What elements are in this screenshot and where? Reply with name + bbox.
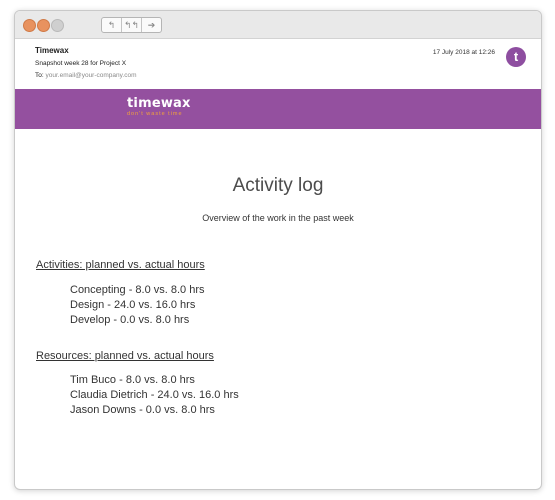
message-nav-group: ↰ ↰↰ ➔	[101, 17, 162, 33]
report-subtitle: Overview of the work in the past week	[202, 213, 354, 223]
forward-icon[interactable]: ➔	[142, 18, 161, 32]
report-title: Activity log	[232, 175, 324, 196]
window-titlebar: ↰ ↰↰ ➔	[15, 11, 541, 39]
close-window-button[interactable]	[23, 19, 36, 32]
recipient-address[interactable]: your.email@your-company.com	[45, 72, 136, 79]
resource-item: Tim Buco - 8.0 vs. 8.0 hrs	[70, 374, 195, 386]
sender-avatar: t	[506, 47, 526, 67]
resource-item: Jason Downs - 0.0 vs. 8.0 hrs	[70, 404, 215, 416]
email-body: Activity log Overview of the work in the…	[15, 129, 541, 489]
logo-tagline: don't waste time	[127, 111, 183, 117]
zoom-window-button[interactable]	[51, 19, 64, 32]
reply-all-icon[interactable]: ↰↰	[122, 18, 142, 32]
mail-window: ↰ ↰↰ ➔ Timewax Snapshot week 28 for Proj…	[14, 10, 542, 490]
email-subject: Snapshot week 28 for Project X	[35, 60, 127, 67]
brand-banner: timewax don't waste time	[15, 89, 541, 129]
activity-item: Design - 24.0 vs. 16.0 hrs	[70, 299, 196, 311]
activities-list: Concepting - 8.0 vs. 8.0 hrs Design - 24…	[70, 283, 205, 328]
activity-item: Develop - 0.0 vs. 8.0 hrs	[70, 314, 190, 326]
recipient-line: To: your.email@your-company.com	[35, 72, 137, 79]
email-header: Timewax Snapshot week 28 for Project X T…	[15, 39, 541, 89]
timewax-logo: timewax don't waste time	[127, 96, 191, 118]
resources-heading: Resources: planned vs. actual hours	[36, 350, 214, 362]
back-icon[interactable]: ↰	[102, 18, 122, 32]
to-label: To:	[35, 72, 44, 79]
resources-list: Tim Buco - 8.0 vs. 8.0 hrs Claudia Dietr…	[70, 373, 239, 418]
activities-heading: Activities: planned vs. actual hours	[36, 259, 205, 271]
sender-name: Timewax	[35, 46, 69, 55]
logo-wordmark: timewax	[127, 96, 191, 111]
email-date: 17 July 2018 at 12:26	[432, 49, 495, 56]
activity-item: Concepting - 8.0 vs. 8.0 hrs	[70, 284, 205, 296]
minimize-window-button[interactable]	[37, 19, 50, 32]
resource-item: Claudia Dietrich - 24.0 vs. 16.0 hrs	[70, 389, 239, 401]
